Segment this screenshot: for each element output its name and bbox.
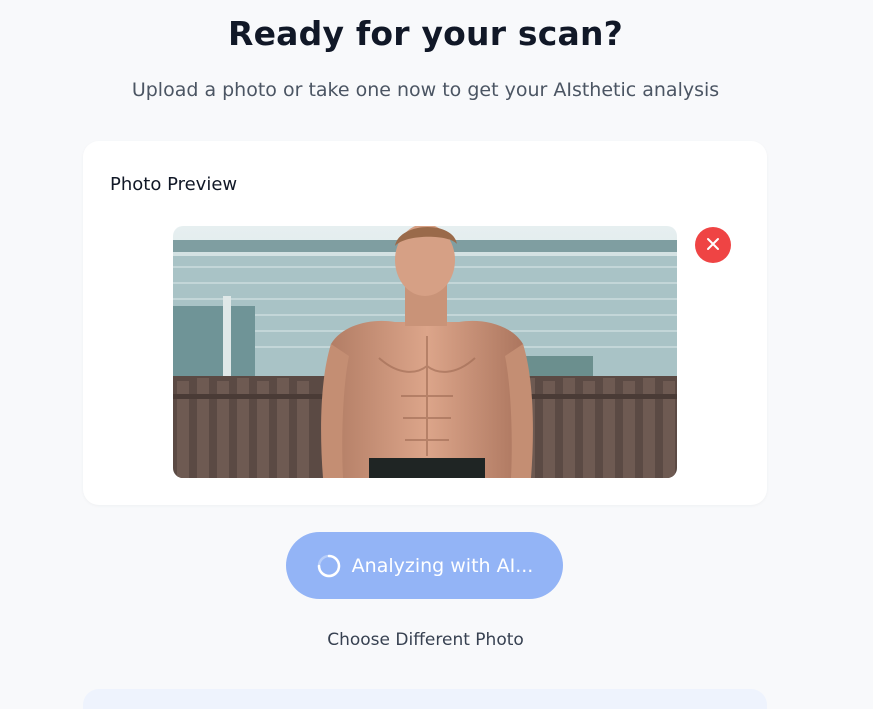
- info-card: [83, 689, 767, 709]
- page-title: Ready for your scan?: [227, 14, 624, 53]
- close-icon: [706, 236, 720, 255]
- analyze-button-label: Analyzing with AI...: [351, 554, 534, 577]
- page-subtitle: Upload a photo or take one now to get yo…: [131, 79, 720, 101]
- analyze-button[interactable]: Analyzing with AI...: [286, 532, 563, 599]
- choose-different-photo-link[interactable]: Choose Different Photo: [0, 630, 851, 650]
- photo-preview-card: Photo Preview: [83, 141, 767, 505]
- spinner-icon: [316, 553, 342, 579]
- scan-page: Ready for your scan? Upload a photo or t…: [0, 0, 873, 709]
- remove-photo-button[interactable]: [695, 227, 731, 263]
- photo-preview-label: Photo Preview: [110, 174, 238, 195]
- uploaded-photo: [173, 226, 677, 478]
